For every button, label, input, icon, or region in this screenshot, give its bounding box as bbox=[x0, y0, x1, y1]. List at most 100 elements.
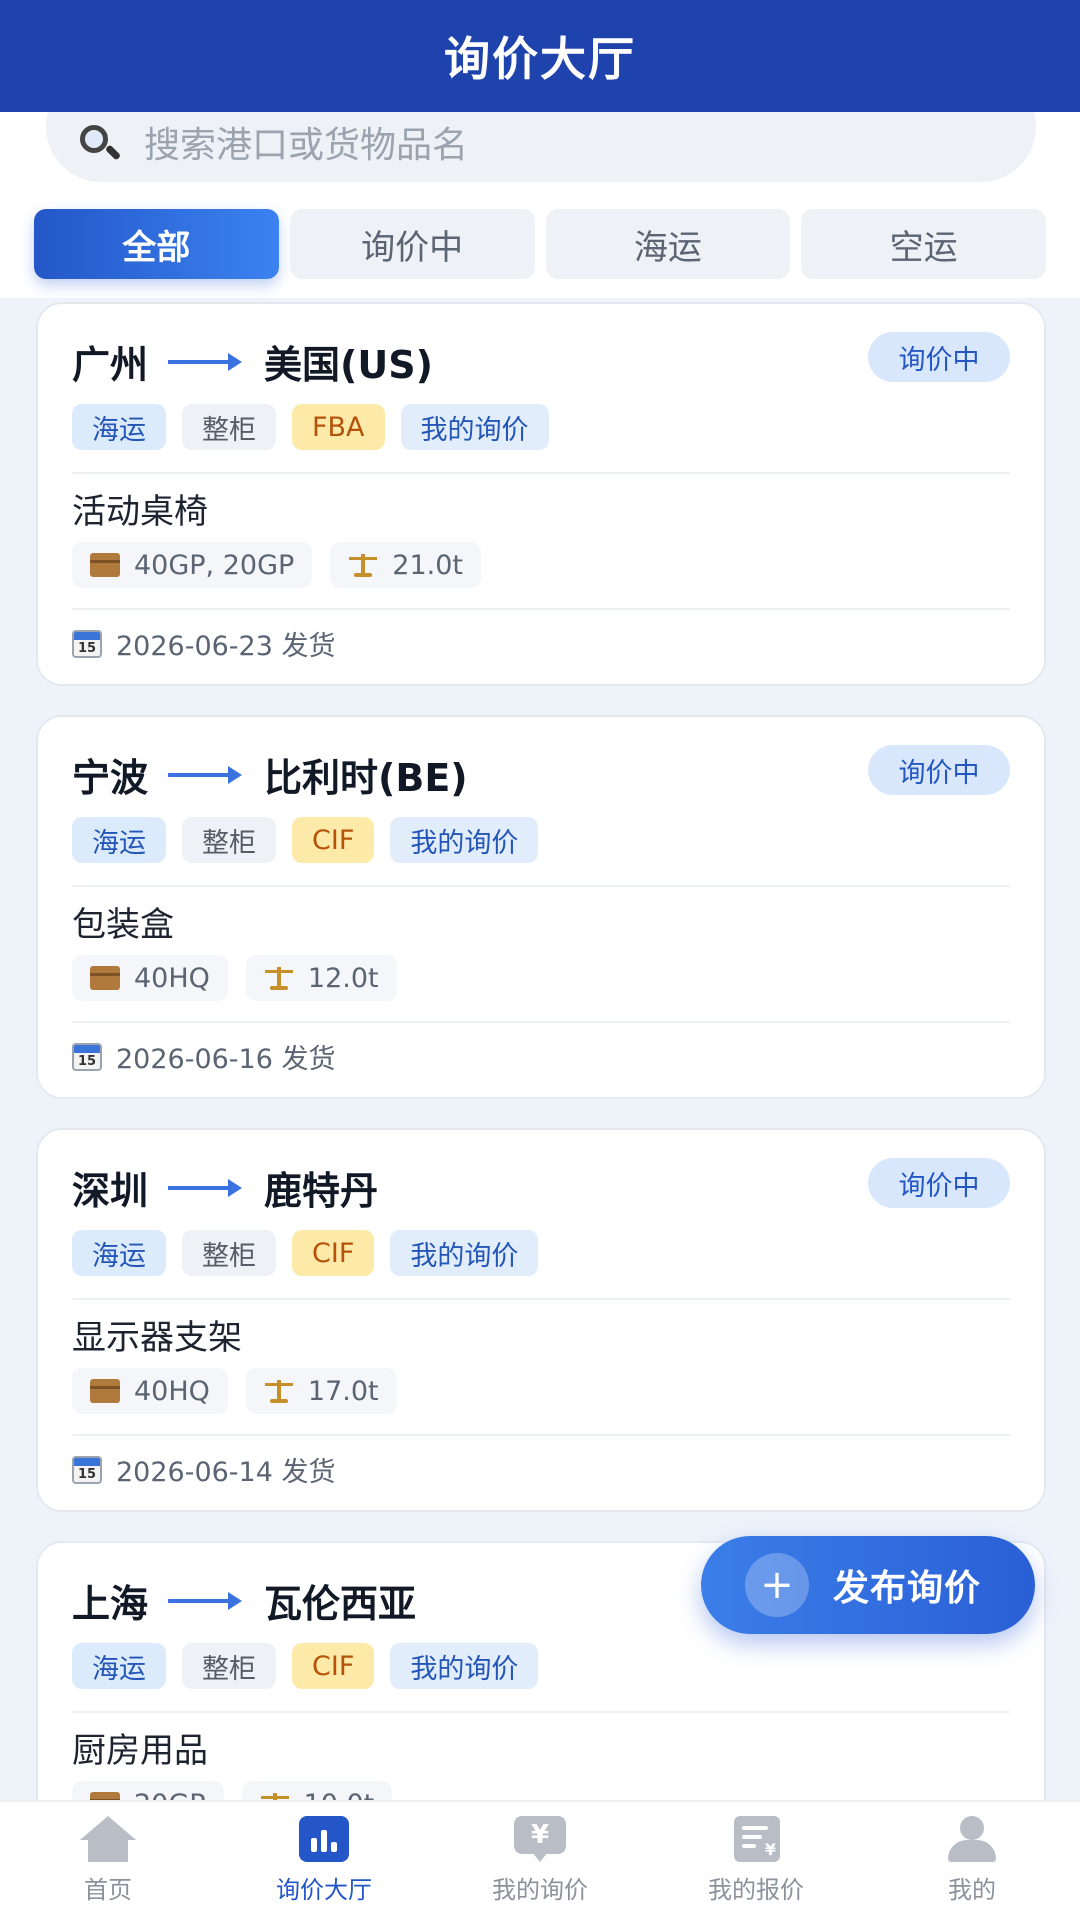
divider bbox=[72, 1434, 1010, 1436]
app-header: 询价大厅 bbox=[0, 0, 1080, 112]
spec-list: 40GP, 20GP 21.0t bbox=[72, 542, 482, 588]
scale-icon bbox=[264, 965, 294, 991]
tag-terms: CIF bbox=[292, 817, 375, 863]
nav-label: 我的询价 bbox=[492, 1876, 588, 1904]
container-types: 40GP, 20GP bbox=[134, 549, 295, 581]
spec-list: 40HQ 12.0t bbox=[72, 955, 397, 1001]
package-icon bbox=[90, 553, 120, 577]
divider bbox=[72, 885, 1010, 887]
scale-icon bbox=[264, 1378, 294, 1404]
destination-port: 鹿特丹 bbox=[264, 1169, 379, 1213]
goods-name: 显示器支架 bbox=[72, 1318, 242, 1358]
search-box[interactable] bbox=[46, 112, 1036, 182]
tag-load-type: 整柜 bbox=[182, 1230, 276, 1276]
nav-label: 我的 bbox=[948, 1876, 996, 1904]
search-input[interactable] bbox=[144, 124, 844, 166]
route: 深圳 鹿特丹 bbox=[72, 1160, 378, 1215]
chart-icon bbox=[296, 1816, 352, 1864]
tab-all[interactable]: 全部 bbox=[34, 209, 279, 279]
weight-value: 21.0t bbox=[392, 549, 464, 581]
tab-air[interactable]: 空运 bbox=[801, 209, 1046, 279]
ship-date: 15 2026-06-16 发货 bbox=[72, 1037, 336, 1076]
tag-mine: 我的询价 bbox=[390, 1230, 539, 1276]
calendar-icon: 15 bbox=[72, 629, 102, 658]
quote-doc-icon: ¥ bbox=[728, 1816, 784, 1864]
nav-home[interactable]: 首页 bbox=[0, 1802, 216, 1920]
origin-port: 上海 bbox=[72, 1582, 149, 1626]
route: 宁波 比利时(BE) bbox=[72, 747, 468, 802]
nav-my-inquiries[interactable]: ¥ 我的询价 bbox=[432, 1802, 648, 1920]
weight-spec: 17.0t bbox=[245, 1368, 397, 1414]
package-icon bbox=[90, 1792, 120, 1800]
tag-terms: CIF bbox=[292, 1230, 375, 1276]
ship-date-text: 2026-06-16 发货 bbox=[116, 1044, 336, 1075]
divider bbox=[72, 608, 1010, 610]
route: 广州 美国(US) bbox=[72, 334, 433, 389]
container-spec: 40GP, 20GP bbox=[72, 542, 313, 588]
tag-list: 海运 整柜 CIF 我的询价 bbox=[72, 1643, 539, 1689]
weight-spec: 12.0t bbox=[245, 955, 397, 1001]
scale-icon bbox=[348, 552, 378, 578]
ship-date-text: 2026-06-14 发货 bbox=[116, 1457, 336, 1488]
spec-list: 20GP 10.0t bbox=[72, 1781, 393, 1801]
container-spec: 40HQ bbox=[72, 1368, 228, 1414]
weight-value: 10.0t bbox=[304, 1789, 375, 1801]
container-types: 40HQ bbox=[134, 1375, 210, 1407]
tag-terms: FBA bbox=[292, 404, 385, 450]
publish-inquiry-label: 发布询价 bbox=[833, 1568, 982, 1609]
status-badge: 询价中 bbox=[868, 332, 1010, 382]
nav-inquiry-hall[interactable]: 询价大厅 bbox=[216, 1802, 432, 1920]
calendar-icon: 15 bbox=[72, 1455, 102, 1484]
tag-mine: 我的询价 bbox=[400, 404, 549, 450]
nav-profile[interactable]: 我的 bbox=[864, 1802, 1080, 1920]
weight-value: 17.0t bbox=[307, 1375, 379, 1407]
weight-spec: 21.0t bbox=[330, 542, 482, 588]
nav-label: 首页 bbox=[84, 1876, 132, 1904]
container-spec: 20GP bbox=[72, 1781, 224, 1800]
tag-transport: 海运 bbox=[72, 817, 166, 863]
arrow-right-icon bbox=[168, 1178, 243, 1197]
tag-transport: 海运 bbox=[72, 1230, 166, 1276]
goods-name: 活动桌椅 bbox=[72, 492, 208, 532]
divider bbox=[72, 472, 1010, 474]
arrow-right-icon bbox=[168, 1591, 243, 1610]
destination-port: 比利时(BE) bbox=[264, 756, 468, 800]
inquiry-card[interactable]: 深圳 鹿特丹 询价中 海运 整柜 CIF 我的询价 显示器支架 40HQ 17.… bbox=[36, 1128, 1046, 1512]
goods-name: 包装盒 bbox=[72, 905, 174, 945]
tag-list: 海运 整柜 FBA 我的询价 bbox=[72, 404, 549, 450]
inquiry-card[interactable]: 广州 美国(US) 询价中 海运 整柜 FBA 我的询价 活动桌椅 40GP, … bbox=[36, 302, 1046, 686]
search-bar bbox=[0, 112, 1080, 188]
route: 上海 瓦伦西亚 bbox=[72, 1573, 416, 1628]
arrow-right-icon bbox=[168, 765, 243, 784]
tag-transport: 海运 bbox=[72, 404, 166, 450]
divider bbox=[72, 1711, 1010, 1713]
home-icon bbox=[80, 1816, 136, 1864]
ship-date: 15 2026-06-14 发货 bbox=[72, 1450, 336, 1489]
bottom-nav: 首页 询价大厅 ¥ 我的询价 ¥ 我的报价 我的 bbox=[0, 1800, 1080, 1920]
plus-icon: + bbox=[745, 1553, 809, 1617]
page-title: 询价大厅 bbox=[444, 32, 636, 86]
nav-label: 我的报价 bbox=[708, 1876, 804, 1904]
tab-inquiring[interactable]: 询价中 bbox=[289, 209, 535, 279]
divider bbox=[72, 1298, 1010, 1300]
nav-my-quotes[interactable]: ¥ 我的报价 bbox=[648, 1802, 864, 1920]
inquiry-card[interactable]: 宁波 比利时(BE) 询价中 海运 整柜 CIF 我的询价 包装盒 40HQ 1… bbox=[36, 715, 1046, 1099]
tag-mine: 我的询价 bbox=[390, 817, 539, 863]
origin-port: 宁波 bbox=[72, 756, 149, 800]
publish-inquiry-button[interactable]: + 发布询价 bbox=[701, 1536, 1035, 1634]
calendar-icon: 15 bbox=[72, 1042, 102, 1071]
tag-load-type: 整柜 bbox=[182, 404, 276, 450]
tab-sea[interactable]: 海运 bbox=[545, 209, 791, 279]
nav-label: 询价大厅 bbox=[276, 1876, 372, 1904]
goods-name: 厨房用品 bbox=[72, 1731, 208, 1771]
destination-port: 瓦伦西亚 bbox=[264, 1582, 417, 1626]
search-icon bbox=[78, 123, 122, 167]
divider bbox=[72, 1021, 1010, 1023]
status-badge: 询价中 bbox=[868, 1158, 1010, 1208]
origin-port: 深圳 bbox=[72, 1169, 149, 1213]
arrow-right-icon bbox=[168, 352, 243, 371]
container-types: 40HQ bbox=[134, 962, 210, 994]
origin-port: 广州 bbox=[72, 343, 149, 387]
package-icon bbox=[90, 1379, 120, 1403]
tag-load-type: 整柜 bbox=[182, 1643, 276, 1689]
